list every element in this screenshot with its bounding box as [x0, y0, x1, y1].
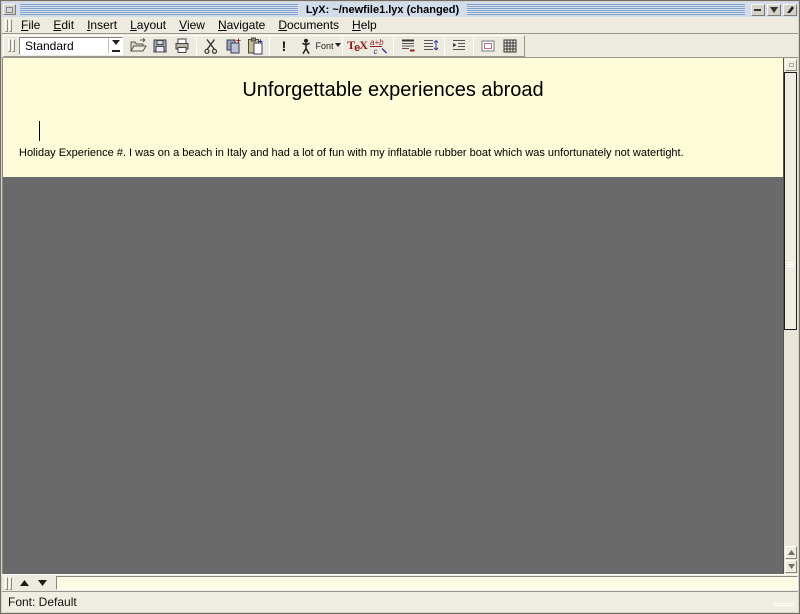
copy-icon: [224, 37, 242, 55]
depth-icon: [450, 37, 468, 55]
minibuffer-grip[interactable]: [5, 577, 13, 590]
menu-items: FileEditInsertLayoutViewNavigateDocument…: [16, 17, 385, 33]
titlebar-stripes-left: [20, 4, 298, 15]
paragraph-style-value: Standard: [20, 39, 108, 53]
free-font-icon: Font: [316, 41, 341, 51]
titlebar-stripes-right: [467, 4, 745, 15]
paste-icon: [246, 37, 264, 55]
minimize-button[interactable]: [751, 4, 765, 16]
maximize-button[interactable]: [767, 4, 781, 16]
emphasis-button[interactable]: !: [273, 36, 295, 56]
cut-button[interactable]: [200, 36, 222, 56]
footnote-icon: [399, 37, 417, 55]
lyx-window: LyX: ~/newfile1.lyx (changed) FileEditIn…: [0, 0, 800, 614]
down-triangle-icon: [38, 580, 47, 586]
window-controls: [749, 4, 797, 16]
table-icon: [501, 37, 519, 55]
resize-grip[interactable]: [773, 603, 793, 607]
scroll-up-button[interactable]: [785, 546, 797, 559]
free-font-button[interactable]: Font: [317, 36, 339, 56]
toolbar: Standard ! Font TeXa+bc: [2, 34, 798, 58]
scroll-down-icon: [788, 564, 795, 569]
menubar: FileEditInsertLayoutViewNavigateDocument…: [2, 17, 798, 34]
document-canvas[interactable]: Unforgettable experiences abroad Holiday…: [2, 58, 783, 574]
print-button[interactable]: [171, 36, 193, 56]
scroll-down-button[interactable]: [785, 560, 797, 573]
math-button[interactable]: a+bc: [368, 36, 390, 56]
toolbar-separator: [342, 37, 343, 55]
menu-navigate[interactable]: Navigate: [213, 17, 270, 33]
toolbar-separator: [196, 37, 197, 55]
noun-icon: [297, 37, 315, 55]
print-icon: [173, 37, 191, 55]
open-button[interactable]: [127, 36, 149, 56]
toolbar-buttons: ! Font TeXa+bc: [127, 36, 521, 56]
menu-layout[interactable]: Layout: [125, 17, 171, 33]
up-triangle-icon: [20, 580, 29, 586]
toolbar-separator: [393, 37, 394, 55]
scroll-up-icon: [788, 550, 795, 555]
paragraph-style-combo[interactable]: Standard: [19, 37, 123, 55]
window-title: LyX: ~/newfile1.lyx (changed): [300, 4, 465, 16]
minimize-icon: [754, 6, 762, 14]
vertical-scrollbar[interactable]: [783, 58, 798, 574]
save-button[interactable]: [149, 36, 171, 56]
titlebar: LyX: ~/newfile1.lyx (changed): [2, 2, 798, 17]
statusbar: Font: Default: [2, 591, 798, 612]
svg-text:a+b: a+b: [370, 38, 384, 47]
scrollbar-thumb[interactable]: [784, 72, 797, 330]
scrollbar-top-icon: [789, 63, 794, 67]
math-icon: a+bc: [369, 37, 389, 55]
window-menu-button[interactable]: [3, 4, 16, 15]
minibuffer-down-button[interactable]: [34, 576, 50, 590]
depth-button[interactable]: [448, 36, 470, 56]
menu-documents[interactable]: Documents: [273, 17, 344, 33]
emphasis-icon: !: [282, 38, 287, 54]
scrollbar-thumb-grip: [787, 262, 794, 268]
toolbar-separator: [269, 37, 270, 55]
noun-button[interactable]: [295, 36, 317, 56]
statusbar-text: Font: Default: [8, 595, 77, 609]
cut-icon: [202, 37, 220, 55]
svg-text:c: c: [374, 47, 378, 55]
figure-button[interactable]: [477, 36, 499, 56]
margin-note-button[interactable]: [419, 36, 441, 56]
menu-insert[interactable]: Insert: [82, 17, 122, 33]
open-icon: [129, 37, 147, 55]
save-icon: [151, 37, 169, 55]
toolbar-separator: [444, 37, 445, 55]
menu-view[interactable]: View: [174, 17, 210, 33]
minibuffer-input[interactable]: [56, 576, 798, 590]
figure-icon: [479, 37, 497, 55]
footnote-button[interactable]: [397, 36, 419, 56]
scrollbar-top-button[interactable]: [785, 59, 797, 71]
text-cursor: [39, 121, 40, 141]
document-paragraph[interactable]: Holiday Experience #. I was on a beach i…: [19, 146, 771, 160]
minibuffer-row: [2, 574, 798, 591]
document-title[interactable]: Unforgettable experiences abroad: [3, 79, 783, 102]
tex-icon: TeX: [347, 38, 367, 53]
menu-file[interactable]: File: [16, 17, 45, 33]
toolbar-frame: Standard ! Font TeXa+bc: [3, 35, 525, 57]
menu-help[interactable]: Help: [347, 17, 382, 33]
copy-button[interactable]: [222, 36, 244, 56]
menu-edit[interactable]: Edit: [48, 17, 79, 33]
paste-button[interactable]: [244, 36, 266, 56]
margin-note-icon: [421, 37, 439, 55]
menubar-grip[interactable]: [5, 19, 13, 32]
maximize-icon: [770, 6, 779, 14]
toolbar-separator: [473, 37, 474, 55]
tex-button[interactable]: TeX: [346, 36, 368, 56]
document-page[interactable]: Unforgettable experiences abroad Holiday…: [3, 58, 783, 177]
table-button[interactable]: [499, 36, 521, 56]
toolbar-grip[interactable]: [8, 39, 16, 52]
close-icon: [786, 5, 795, 14]
combo-dropdown-arrow-icon[interactable]: [108, 38, 122, 54]
main-area: Unforgettable experiences abroad Holiday…: [2, 58, 798, 574]
window-menu-icon: [6, 7, 13, 13]
minibuffer-up-button[interactable]: [16, 576, 32, 590]
close-button[interactable]: [783, 4, 797, 16]
